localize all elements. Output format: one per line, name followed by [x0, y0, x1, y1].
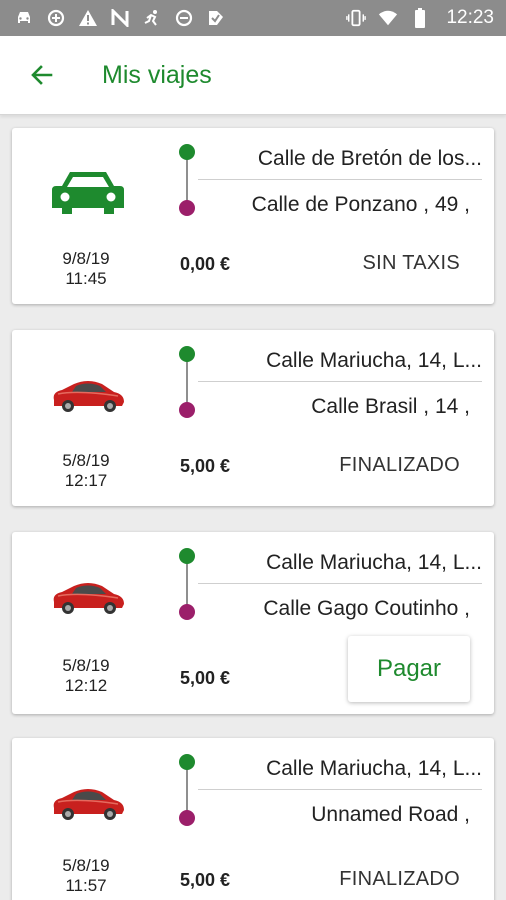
- destination-dot: [179, 200, 195, 216]
- warning-icon: [78, 8, 98, 28]
- trip-card[interactable]: 5/8/19 11:57 Calle Mariucha, 14, L... Un…: [12, 738, 494, 900]
- destination-dot: [179, 810, 195, 826]
- address-divider: [198, 583, 482, 584]
- trip-status: SIN TAXIS: [362, 252, 460, 274]
- trip-price: 5,00 €: [180, 870, 231, 890]
- clock: 12:23: [446, 7, 494, 28]
- pay-button[interactable]: Pagar: [348, 636, 470, 702]
- trip-price: 5,00 €: [180, 668, 231, 688]
- red-car-icon: [53, 583, 124, 614]
- taxi-car-icon: [52, 172, 124, 214]
- app-check-icon: [206, 8, 226, 28]
- red-car-icon: [53, 381, 124, 412]
- trip-list[interactable]: 9/8/19 11:45 Calle de Bretón de los... C…: [0, 114, 506, 900]
- address-divider: [198, 381, 482, 382]
- destination-address: Calle de Ponzano , 49 ,: [251, 193, 470, 216]
- arrow-back-icon: [31, 65, 53, 85]
- trip-date: 5/8/19: [62, 856, 110, 875]
- notification-icons: [14, 8, 226, 28]
- destination-address: Unnamed Road ,: [311, 803, 470, 826]
- trip-date: 5/8/19: [62, 451, 110, 470]
- origin-dot: [179, 548, 195, 564]
- trip-datetime: 5/8/19 12:12: [42, 656, 130, 696]
- runner-icon: [142, 8, 162, 28]
- red-car-icon: [53, 789, 124, 820]
- trip-time: 12:17: [64, 471, 108, 490]
- trip-card[interactable]: 9/8/19 11:45 Calle de Bretón de los... C…: [12, 128, 494, 304]
- n-app-icon: [110, 8, 130, 28]
- origin-address: Calle Mariucha, 14, L...: [266, 757, 482, 780]
- trip-card[interactable]: 5/8/19 12:12 Calle Mariucha, 14, L... Ca…: [12, 532, 494, 714]
- trip-status: FINALIZADO: [339, 454, 460, 476]
- page-title: Mis viajes: [102, 60, 212, 89]
- wifi-icon: [378, 8, 398, 28]
- destination-address: Calle Gago Coutinho ,: [263, 597, 470, 620]
- trip-time: 11:45: [65, 269, 107, 288]
- car-notification-icon: [14, 8, 34, 28]
- battery-icon: [410, 8, 430, 28]
- origin-address: Calle de Bretón de los...: [257, 147, 482, 170]
- vibrate-icon: [346, 8, 367, 28]
- origin-address: Calle Mariucha, 14, L...: [266, 551, 482, 574]
- sync-icon-2: [174, 8, 194, 28]
- trip-datetime: 9/8/19 11:45: [42, 249, 130, 289]
- app-bar: Mis viajes: [0, 36, 506, 115]
- destination-dot: [179, 402, 195, 418]
- address-divider: [198, 789, 482, 790]
- trip-price: 0,00 €: [180, 254, 231, 274]
- trip-datetime: 5/8/19 11:57: [42, 856, 130, 896]
- destination-address: Calle Brasil , 14 ,: [311, 395, 470, 418]
- trip-price: 5,00 €: [180, 456, 231, 476]
- trip-status: FINALIZADO: [339, 868, 460, 890]
- origin-dot: [179, 754, 195, 770]
- origin-dot: [179, 346, 195, 362]
- sync-icon: [46, 8, 66, 28]
- trip-datetime: 5/8/19 12:17: [42, 451, 130, 491]
- destination-dot: [179, 604, 195, 620]
- trip-time: 11:57: [65, 876, 107, 895]
- trip-date: 5/8/19: [62, 656, 110, 675]
- trip-time: 12:12: [64, 676, 108, 695]
- system-icons: 12:23: [346, 7, 494, 29]
- trip-card[interactable]: 5/8/19 12:17 Calle Mariucha, 14, L... Ca…: [12, 330, 494, 506]
- origin-dot: [179, 144, 195, 160]
- origin-address: Calle Mariucha, 14, L...: [266, 349, 482, 372]
- back-button[interactable]: [22, 55, 62, 95]
- trip-date: 9/8/19: [62, 249, 110, 268]
- address-divider: [198, 179, 482, 180]
- status-bar: 12:23: [0, 0, 506, 36]
